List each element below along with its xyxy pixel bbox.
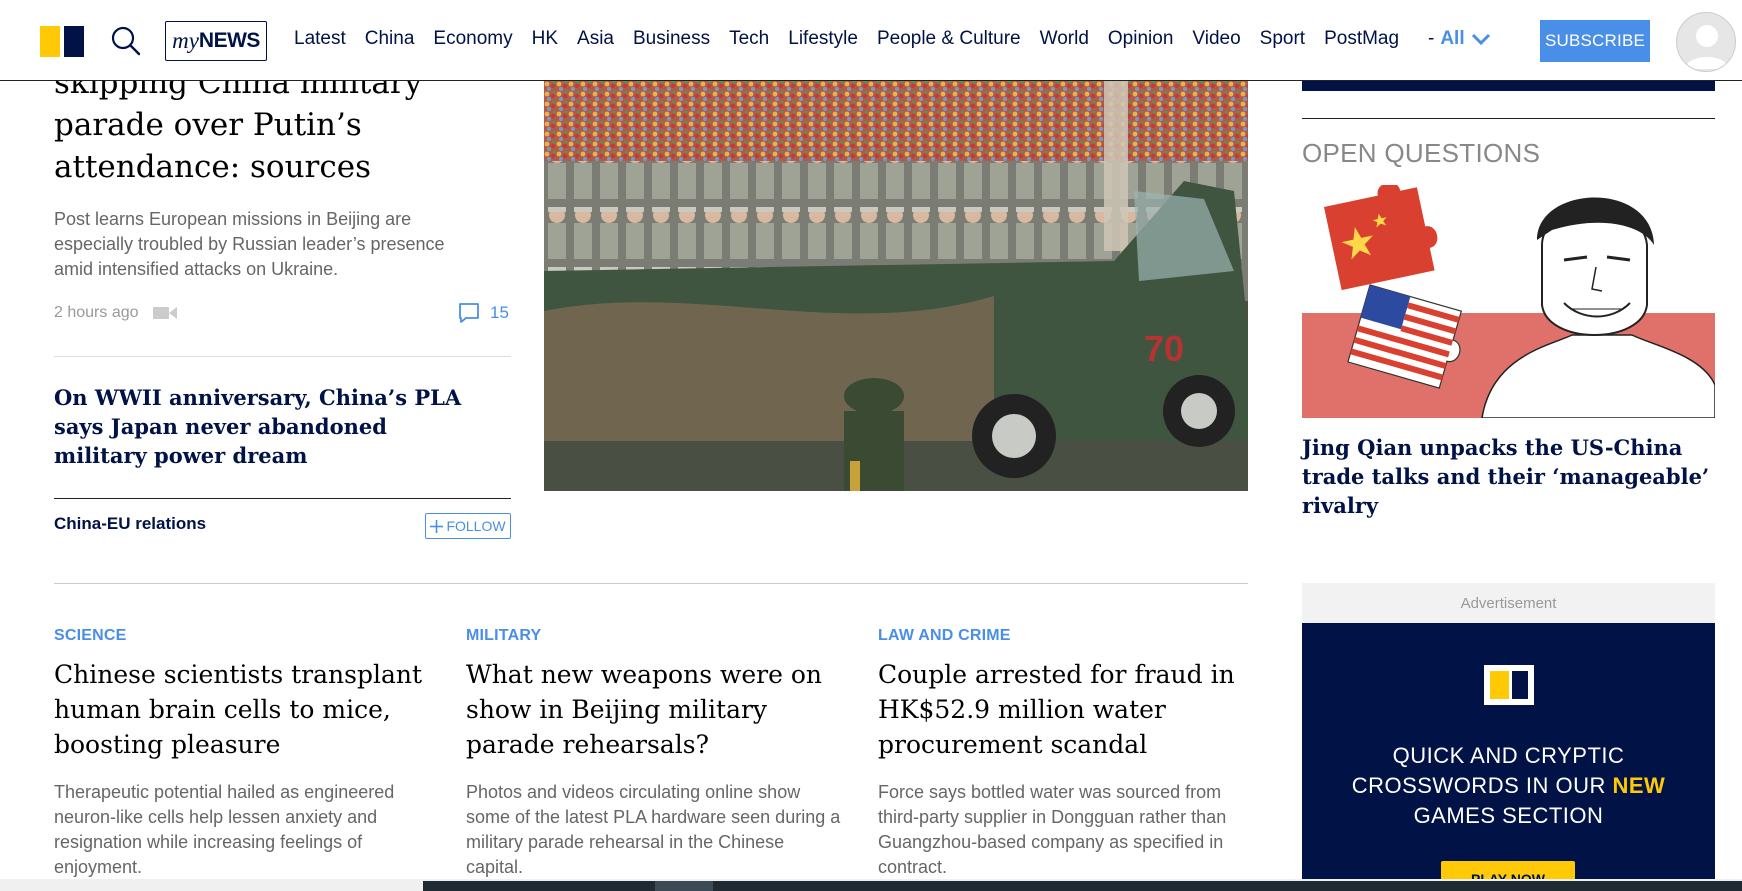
logo-yellow-block bbox=[40, 26, 60, 57]
section-rule bbox=[54, 583, 1248, 584]
card-title[interactable]: Couple arrested for fraud in HK$52.9 mil… bbox=[878, 657, 1250, 762]
ad-logo-navy bbox=[1512, 671, 1528, 699]
video-icon bbox=[152, 307, 177, 319]
nav-people-culture[interactable]: People & Culture bbox=[877, 28, 1021, 50]
svg-text:70: 70 bbox=[1144, 328, 1184, 369]
ad-logo bbox=[1484, 665, 1534, 705]
puzzle-portrait-illustration bbox=[1302, 185, 1715, 418]
nav-business[interactable]: Business bbox=[633, 28, 710, 50]
divider bbox=[54, 356, 511, 357]
nav-china[interactable]: China bbox=[365, 28, 415, 50]
search-icon[interactable] bbox=[110, 25, 142, 57]
ad-line3: GAMES SECTION bbox=[1413, 803, 1604, 828]
nav-video[interactable]: Video bbox=[1192, 28, 1240, 50]
lead-meta: 2 hours ago bbox=[54, 304, 177, 322]
subscribe-button[interactable]: SUBSCRIBE bbox=[1540, 20, 1650, 62]
site-header: my NEWS Latest China Economy HK Asia Bus… bbox=[0, 0, 1742, 81]
story-card-science: SCIENCE Chinese scientists transplant hu… bbox=[54, 627, 434, 880]
scmp-logo[interactable] bbox=[40, 26, 84, 57]
ad-line2: CROSSWORDS IN OUR NEW bbox=[1302, 771, 1715, 801]
ad-line2-highlight: NEW bbox=[1612, 773, 1666, 798]
mynews-my: my bbox=[172, 28, 199, 53]
open-questions-illustration[interactable] bbox=[1302, 185, 1715, 418]
advertisement-label: Advertisement bbox=[1302, 583, 1715, 623]
comments-link[interactable]: 15 bbox=[458, 302, 509, 324]
chevron-down-icon bbox=[1471, 33, 1490, 46]
ad-text: QUICK AND CRYPTIC CROSSWORDS IN OUR NEW … bbox=[1302, 741, 1715, 831]
ad-line2-pre: CROSSWORDS IN OUR bbox=[1351, 773, 1613, 798]
card-summary: Therapeutic potential hailed as engineer… bbox=[54, 782, 395, 877]
taskbar-active-item[interactable] bbox=[655, 881, 713, 891]
lead-photo[interactable]: 70 bbox=[544, 81, 1248, 491]
nav-sport[interactable]: Sport bbox=[1260, 28, 1305, 50]
nav-all-dropdown[interactable]: - All bbox=[1428, 28, 1491, 50]
right-column-top-bar bbox=[1302, 81, 1715, 91]
story-card-law-and-crime: LAW AND CRIME Couple arrested for fraud … bbox=[878, 627, 1250, 880]
nav-lifestyle[interactable]: Lifestyle bbox=[788, 28, 858, 50]
logo-navy-block bbox=[64, 26, 84, 57]
right-column-rule bbox=[1302, 118, 1715, 119]
user-avatar-icon[interactable] bbox=[1676, 12, 1736, 72]
nav-hk[interactable]: HK bbox=[532, 28, 558, 50]
mynews-news: NEWS bbox=[198, 29, 261, 52]
open-questions-label[interactable]: OPEN QUESTIONS bbox=[1302, 138, 1540, 169]
related-headline[interactable]: On WWII anniversary, China’s PLA says Ja… bbox=[54, 383, 474, 470]
follow-label: FOLLOW bbox=[446, 518, 506, 534]
card-summary: Force says bottled water was sourced fro… bbox=[878, 782, 1227, 877]
open-questions-headline[interactable]: Jing Qian unpacks the US-China trade tal… bbox=[1302, 433, 1715, 520]
plus-icon bbox=[430, 519, 444, 533]
advertisement-banner[interactable]: QUICK AND CRYPTIC CROSSWORDS IN OUR NEW … bbox=[1302, 623, 1715, 891]
nav-opinion[interactable]: Opinion bbox=[1108, 28, 1174, 50]
nav-more-dash: - bbox=[1428, 28, 1435, 49]
comment-count: 15 bbox=[490, 303, 509, 322]
card-title[interactable]: What new weapons were on show in Beijing… bbox=[466, 657, 846, 762]
card-title[interactable]: Chinese scientists transplant human brai… bbox=[54, 657, 434, 762]
ad-line1: QUICK AND CRYPTIC bbox=[1392, 743, 1625, 768]
nav-economy[interactable]: Economy bbox=[433, 28, 512, 50]
bottom-taskbar-strip bbox=[0, 879, 1742, 891]
mynews-button[interactable]: my NEWS bbox=[165, 21, 267, 61]
main-nav: Latest China Economy HK Asia Business Te… bbox=[294, 28, 1418, 50]
card-kicker[interactable]: MILITARY bbox=[466, 627, 846, 645]
lead-timestamp: 2 hours ago bbox=[54, 304, 139, 321]
card-summary: Photos and videos circulating online sho… bbox=[466, 782, 841, 877]
card-kicker[interactable]: LAW AND CRIME bbox=[878, 627, 1250, 645]
nav-all-label: All bbox=[1440, 28, 1465, 49]
parade-photo: 70 bbox=[544, 81, 1248, 491]
nav-latest[interactable]: Latest bbox=[294, 28, 346, 50]
nav-postmag[interactable]: PostMag bbox=[1324, 28, 1399, 50]
taskbar bbox=[423, 881, 1742, 891]
topic-name[interactable]: China-EU relations bbox=[54, 514, 206, 534]
nav-tech[interactable]: Tech bbox=[729, 28, 769, 50]
nav-asia[interactable]: Asia bbox=[577, 28, 614, 50]
nav-world[interactable]: World bbox=[1040, 28, 1089, 50]
card-kicker[interactable]: SCIENCE bbox=[54, 627, 434, 645]
story-card-military: MILITARY What new weapons were on show i… bbox=[466, 627, 846, 880]
follow-button[interactable]: FOLLOW bbox=[425, 513, 511, 539]
comment-icon bbox=[459, 303, 479, 323]
lead-summary: Post learns European missions in Beijing… bbox=[54, 209, 445, 279]
topic-divider bbox=[54, 498, 511, 499]
ad-logo-yellow bbox=[1490, 671, 1509, 699]
